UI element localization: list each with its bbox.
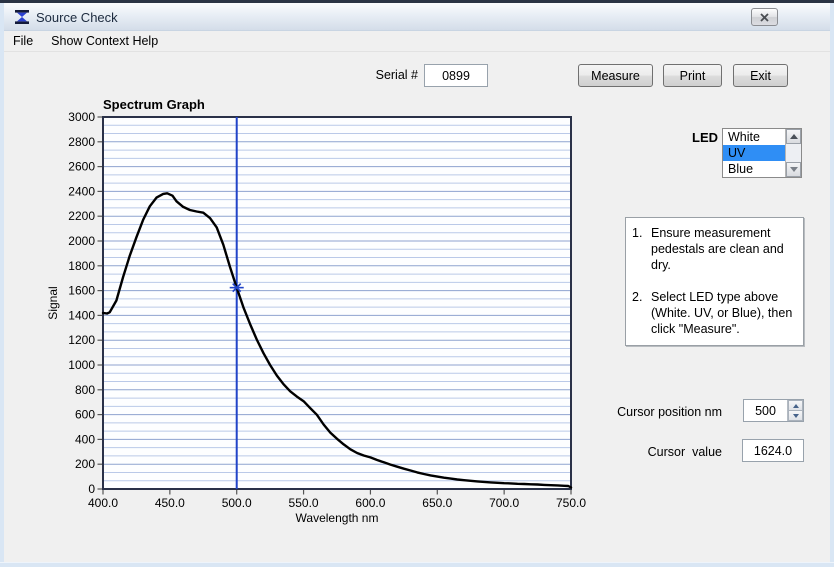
menu-file[interactable]: File bbox=[4, 31, 42, 52]
window-title: Source Check bbox=[36, 10, 118, 25]
exit-button[interactable]: Exit bbox=[733, 64, 788, 87]
y-tick-label: 1800 bbox=[68, 259, 95, 273]
y-tick-label: 2800 bbox=[68, 135, 95, 149]
led-label: LED bbox=[692, 130, 718, 145]
y-tick-label: 2200 bbox=[68, 209, 95, 223]
spectrum-chart[interactable]: 0 200 400 600 800 1000 1200 1400 1600 1800 2000 220… bbox=[40, 95, 592, 535]
y-tick-label: 2000 bbox=[68, 234, 95, 248]
chart-title: Spectrum Graph bbox=[103, 97, 205, 112]
y-tick-label: 800 bbox=[75, 383, 95, 397]
serial-input[interactable] bbox=[424, 64, 488, 87]
y-tick-label: 200 bbox=[75, 457, 95, 471]
y-tick-label: 1600 bbox=[68, 284, 95, 298]
cursor-position-spinner bbox=[787, 400, 803, 421]
x-tick-label: 450.0 bbox=[155, 496, 185, 510]
x-axis-label: Wavelength nm bbox=[296, 511, 379, 525]
cursor-value-field bbox=[742, 439, 804, 462]
x-tick-label: 400.0 bbox=[88, 496, 118, 510]
x-tick-label: 650.0 bbox=[422, 496, 452, 510]
spin-up-button[interactable] bbox=[788, 400, 803, 410]
app-icon bbox=[14, 9, 30, 25]
cursor-position-spinbox bbox=[743, 399, 804, 422]
led-option-list: WhiteUVBlue bbox=[723, 129, 785, 177]
led-option-uv[interactable]: UV bbox=[723, 145, 785, 161]
instructions-box: 1.Ensure measurement pedestals are clean… bbox=[625, 217, 804, 346]
print-button[interactable]: Print bbox=[663, 64, 722, 87]
y-tick-label: 3000 bbox=[68, 110, 95, 124]
scroll-up-button[interactable] bbox=[786, 129, 801, 144]
led-scrollbar[interactable] bbox=[785, 129, 801, 177]
arrow-up-icon bbox=[790, 134, 798, 139]
instruction-number: 2. bbox=[632, 289, 651, 337]
instruction-item: 1.Ensure measurement pedestals are clean… bbox=[632, 225, 799, 273]
scroll-down-button[interactable] bbox=[786, 162, 801, 177]
x-tick-label: 750.0 bbox=[556, 496, 586, 510]
x-tick-label: 700.0 bbox=[489, 496, 519, 510]
instruction-number: 1. bbox=[632, 225, 651, 273]
x-tick-label: 600.0 bbox=[355, 496, 385, 510]
spin-down-button[interactable] bbox=[788, 410, 803, 421]
y-axis-label: Signal bbox=[46, 286, 60, 319]
plot-area bbox=[103, 117, 571, 489]
window-frame-left bbox=[0, 3, 4, 567]
y-tick-label: 1000 bbox=[68, 358, 95, 372]
cursor-value-label: Cursor value bbox=[600, 445, 722, 459]
y-tick-label: 1400 bbox=[68, 308, 95, 322]
led-listbox: WhiteUVBlue bbox=[722, 128, 802, 178]
x-tick-label: 500.0 bbox=[222, 496, 252, 510]
instruction-item: 2.Select LED type above (White. UV, or B… bbox=[632, 289, 799, 337]
y-tick-label: 0 bbox=[88, 482, 95, 496]
title-bar[interactable]: Source Check bbox=[4, 3, 830, 31]
serial-label: Serial # bbox=[350, 68, 418, 82]
menu-show-context-help[interactable]: Show Context Help bbox=[42, 31, 167, 52]
cursor-position-label: Cursor position nm bbox=[580, 405, 722, 419]
arrow-down-icon bbox=[790, 167, 798, 172]
cursor-position-input[interactable] bbox=[744, 400, 787, 421]
close-icon bbox=[760, 13, 769, 22]
app-window: Source Check File Show Context Help Seri… bbox=[0, 0, 834, 567]
y-tick-label: 1200 bbox=[68, 333, 95, 347]
window-frame-right bbox=[830, 3, 834, 567]
x-tick-label: 550.0 bbox=[289, 496, 319, 510]
led-option-blue[interactable]: Blue bbox=[723, 161, 785, 177]
menu-bar: File Show Context Help bbox=[4, 31, 830, 52]
y-tick-label: 2400 bbox=[68, 184, 95, 198]
y-tick-label: 2600 bbox=[68, 160, 95, 174]
led-option-white[interactable]: White bbox=[723, 129, 785, 145]
y-tick-label: 400 bbox=[75, 432, 95, 446]
instruction-text: Select LED type above (White. UV, or Blu… bbox=[651, 289, 792, 337]
measure-button[interactable]: Measure bbox=[578, 64, 653, 87]
y-tick-label: 600 bbox=[75, 408, 95, 422]
spin-down-icon bbox=[793, 414, 799, 418]
spin-up-icon bbox=[793, 404, 799, 408]
instruction-text: Ensure measurement pedestals are clean a… bbox=[651, 225, 784, 273]
close-button[interactable] bbox=[751, 8, 778, 26]
window-frame-bottom bbox=[0, 562, 834, 567]
